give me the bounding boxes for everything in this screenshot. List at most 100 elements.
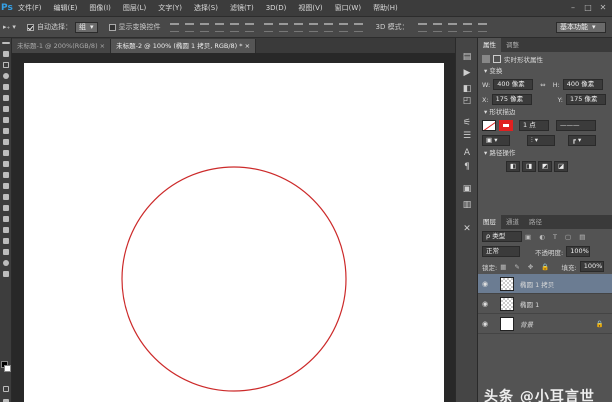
notes-icon[interactable]: ▥ <box>462 200 472 210</box>
toolbar-collapse-icon[interactable] <box>0 38 12 48</box>
crop-tool-icon[interactable] <box>0 92 12 103</box>
healing-tool-icon[interactable] <box>0 114 12 125</box>
navigator-icon[interactable]: ◰ <box>462 96 472 106</box>
opacity-field[interactable]: 100% <box>566 246 591 257</box>
auto-select-dropdown[interactable]: 组 ▾ <box>75 21 98 33</box>
document-tab-2[interactable]: 未标题-2 @ 100% (椭圆 1 拷贝, RGB/8) * × <box>111 39 257 53</box>
type-tool-icon[interactable] <box>0 213 12 224</box>
y-field[interactable]: 175 像素 <box>565 94 606 105</box>
adjustments-icon[interactable]: ⚟ <box>462 118 472 128</box>
tab-paths[interactable]: 路径 <box>524 215 547 229</box>
menu-help[interactable]: 帮助(H) <box>367 0 404 16</box>
stroke-type-dropdown[interactable]: ——— <box>556 120 596 131</box>
history-brush-tool-icon[interactable] <box>0 147 12 158</box>
tab-adjustments[interactable]: 调整 <box>501 38 524 52</box>
stamp-tool-icon[interactable] <box>0 136 12 147</box>
quick-mask-icon[interactable] <box>0 383 12 394</box>
info-icon[interactable]: ◧ <box>462 84 472 94</box>
minimize-icon[interactable]: – <box>566 0 580 16</box>
character-icon[interactable]: A <box>462 148 472 158</box>
menu-file[interactable]: 文件(F) <box>12 0 48 16</box>
gradient-tool-icon[interactable] <box>0 169 12 180</box>
stroke-corners-dropdown[interactable]: ┏ ▾ <box>568 135 596 146</box>
eye-icon[interactable]: ◉ <box>478 300 492 308</box>
stroke-width-field[interactable]: 1 点 <box>519 120 549 131</box>
actions-icon[interactable]: ▶ <box>462 68 472 78</box>
layer-row[interactable]: ◉ 椭圆 1 拷贝 <box>478 274 612 294</box>
maximize-icon[interactable]: □ <box>581 0 595 16</box>
combine-shapes-icon[interactable]: ◧ <box>506 161 520 172</box>
brush-tool-icon[interactable] <box>0 125 12 136</box>
layer-filter-dropdown[interactable]: ρ 类型 <box>482 231 522 242</box>
workspace-dropdown[interactable]: 基本功能 ▾ <box>556 22 606 33</box>
intersect-shape-icon[interactable]: ◩ <box>538 161 552 172</box>
tab-layers[interactable]: 图层 <box>478 215 501 229</box>
menu-filter[interactable]: 滤镜(T) <box>224 0 260 16</box>
auto-select-checkbox[interactable]: 自动选择： <box>24 22 75 32</box>
document-canvas[interactable] <box>24 63 444 402</box>
tab-channels[interactable]: 通道 <box>501 215 524 229</box>
width-field[interactable]: 400 像素 <box>493 79 534 90</box>
stroke-swatch[interactable] <box>499 120 513 131</box>
screen-mode-icon[interactable] <box>0 396 12 402</box>
blur-tool-icon[interactable] <box>0 180 12 191</box>
mode-3d-buttons[interactable] <box>417 22 487 32</box>
marquee-tool-icon[interactable] <box>0 59 12 70</box>
move-tool-icon[interactable] <box>0 48 12 59</box>
background-color-swatch[interactable] <box>4 365 11 372</box>
lock-icons[interactable]: ▦ ✎ ✥ 🔒 <box>500 263 552 271</box>
lasso-tool-icon[interactable] <box>0 70 12 81</box>
quick-select-tool-icon[interactable] <box>0 81 12 92</box>
history-icon[interactable]: ▤ <box>462 52 472 62</box>
tab-properties[interactable]: 属性 <box>478 38 501 52</box>
menu-select[interactable]: 选择(S) <box>188 0 224 16</box>
exclude-shape-icon[interactable]: ◪ <box>554 161 568 172</box>
menu-layer[interactable]: 图层(L) <box>117 0 152 16</box>
fill-field[interactable]: 100% <box>579 261 604 272</box>
eyedropper-tool-icon[interactable] <box>0 103 12 114</box>
pen-tool-icon[interactable] <box>0 202 12 213</box>
close-icon[interactable]: ✕ <box>596 0 610 16</box>
distribute-buttons[interactable] <box>263 22 363 32</box>
stroke-align-dropdown[interactable]: ▣ ▾ <box>482 135 510 146</box>
chevron-down-icon: ▾ <box>90 22 94 31</box>
layer-row[interactable]: ◉ 椭圆 1 <box>478 294 612 314</box>
fill-swatch[interactable] <box>482 120 496 131</box>
document-tab-1[interactable]: 未标题-1 @ 200%(RGB/8) × <box>12 39 112 53</box>
styles-icon[interactable]: ☰ <box>462 131 472 141</box>
path-select-tool-icon[interactable] <box>0 224 12 235</box>
shape-tool-icon[interactable] <box>0 235 12 246</box>
transform-section-header[interactable]: ▾ 变换 <box>478 66 612 77</box>
subtract-shape-icon[interactable]: ◨ <box>522 161 536 172</box>
tools-presets-icon[interactable]: ✕ <box>462 224 472 234</box>
eye-icon[interactable]: ◉ <box>478 280 492 288</box>
ellipse-shape[interactable] <box>121 166 347 392</box>
height-field[interactable]: 400 像素 <box>562 79 603 90</box>
paragraph-icon[interactable]: ¶ <box>462 162 472 172</box>
mask-properties-icon[interactable] <box>493 55 501 63</box>
path-ops-section-header[interactable]: ▾ 路径操作 <box>478 148 612 159</box>
shape-section-header[interactable]: ▾ 形状描边 <box>478 107 612 118</box>
x-field[interactable]: 175 像素 <box>491 94 532 105</box>
layer-row[interactable]: ◉ 背景 🔒 <box>478 314 612 334</box>
stroke-caps-dropdown[interactable]: ⫶ ▾ <box>527 135 555 146</box>
menu-3d[interactable]: 3D(D) <box>260 0 293 16</box>
show-transform-checkbox[interactable]: 显示变换控件 <box>106 22 164 32</box>
eye-icon[interactable]: ◉ <box>478 320 492 328</box>
move-tool-preset-icon[interactable]: ▸₊ ▾ <box>0 23 24 31</box>
filter-type-icons[interactable]: ▣ ◐ T ▢ ▤ <box>525 233 588 241</box>
blend-mode-dropdown[interactable]: 正常 <box>482 246 520 257</box>
layer-comps-icon[interactable]: ▣ <box>462 184 472 194</box>
align-buttons[interactable] <box>169 22 254 32</box>
menu-window[interactable]: 窗口(W) <box>329 0 367 16</box>
more-tools-icon[interactable] <box>0 268 12 279</box>
hand-tool-icon[interactable] <box>0 246 12 257</box>
menu-image[interactable]: 图像(I) <box>83 0 117 16</box>
menu-view[interactable]: 视图(V) <box>292 0 328 16</box>
eraser-tool-icon[interactable] <box>0 158 12 169</box>
menu-edit[interactable]: 编辑(E) <box>48 0 84 16</box>
dodge-tool-icon[interactable] <box>0 191 12 202</box>
link-icon[interactable]: ⇔ <box>540 81 545 89</box>
menu-type[interactable]: 文字(Y) <box>152 0 188 16</box>
zoom-tool-icon[interactable] <box>0 257 12 268</box>
